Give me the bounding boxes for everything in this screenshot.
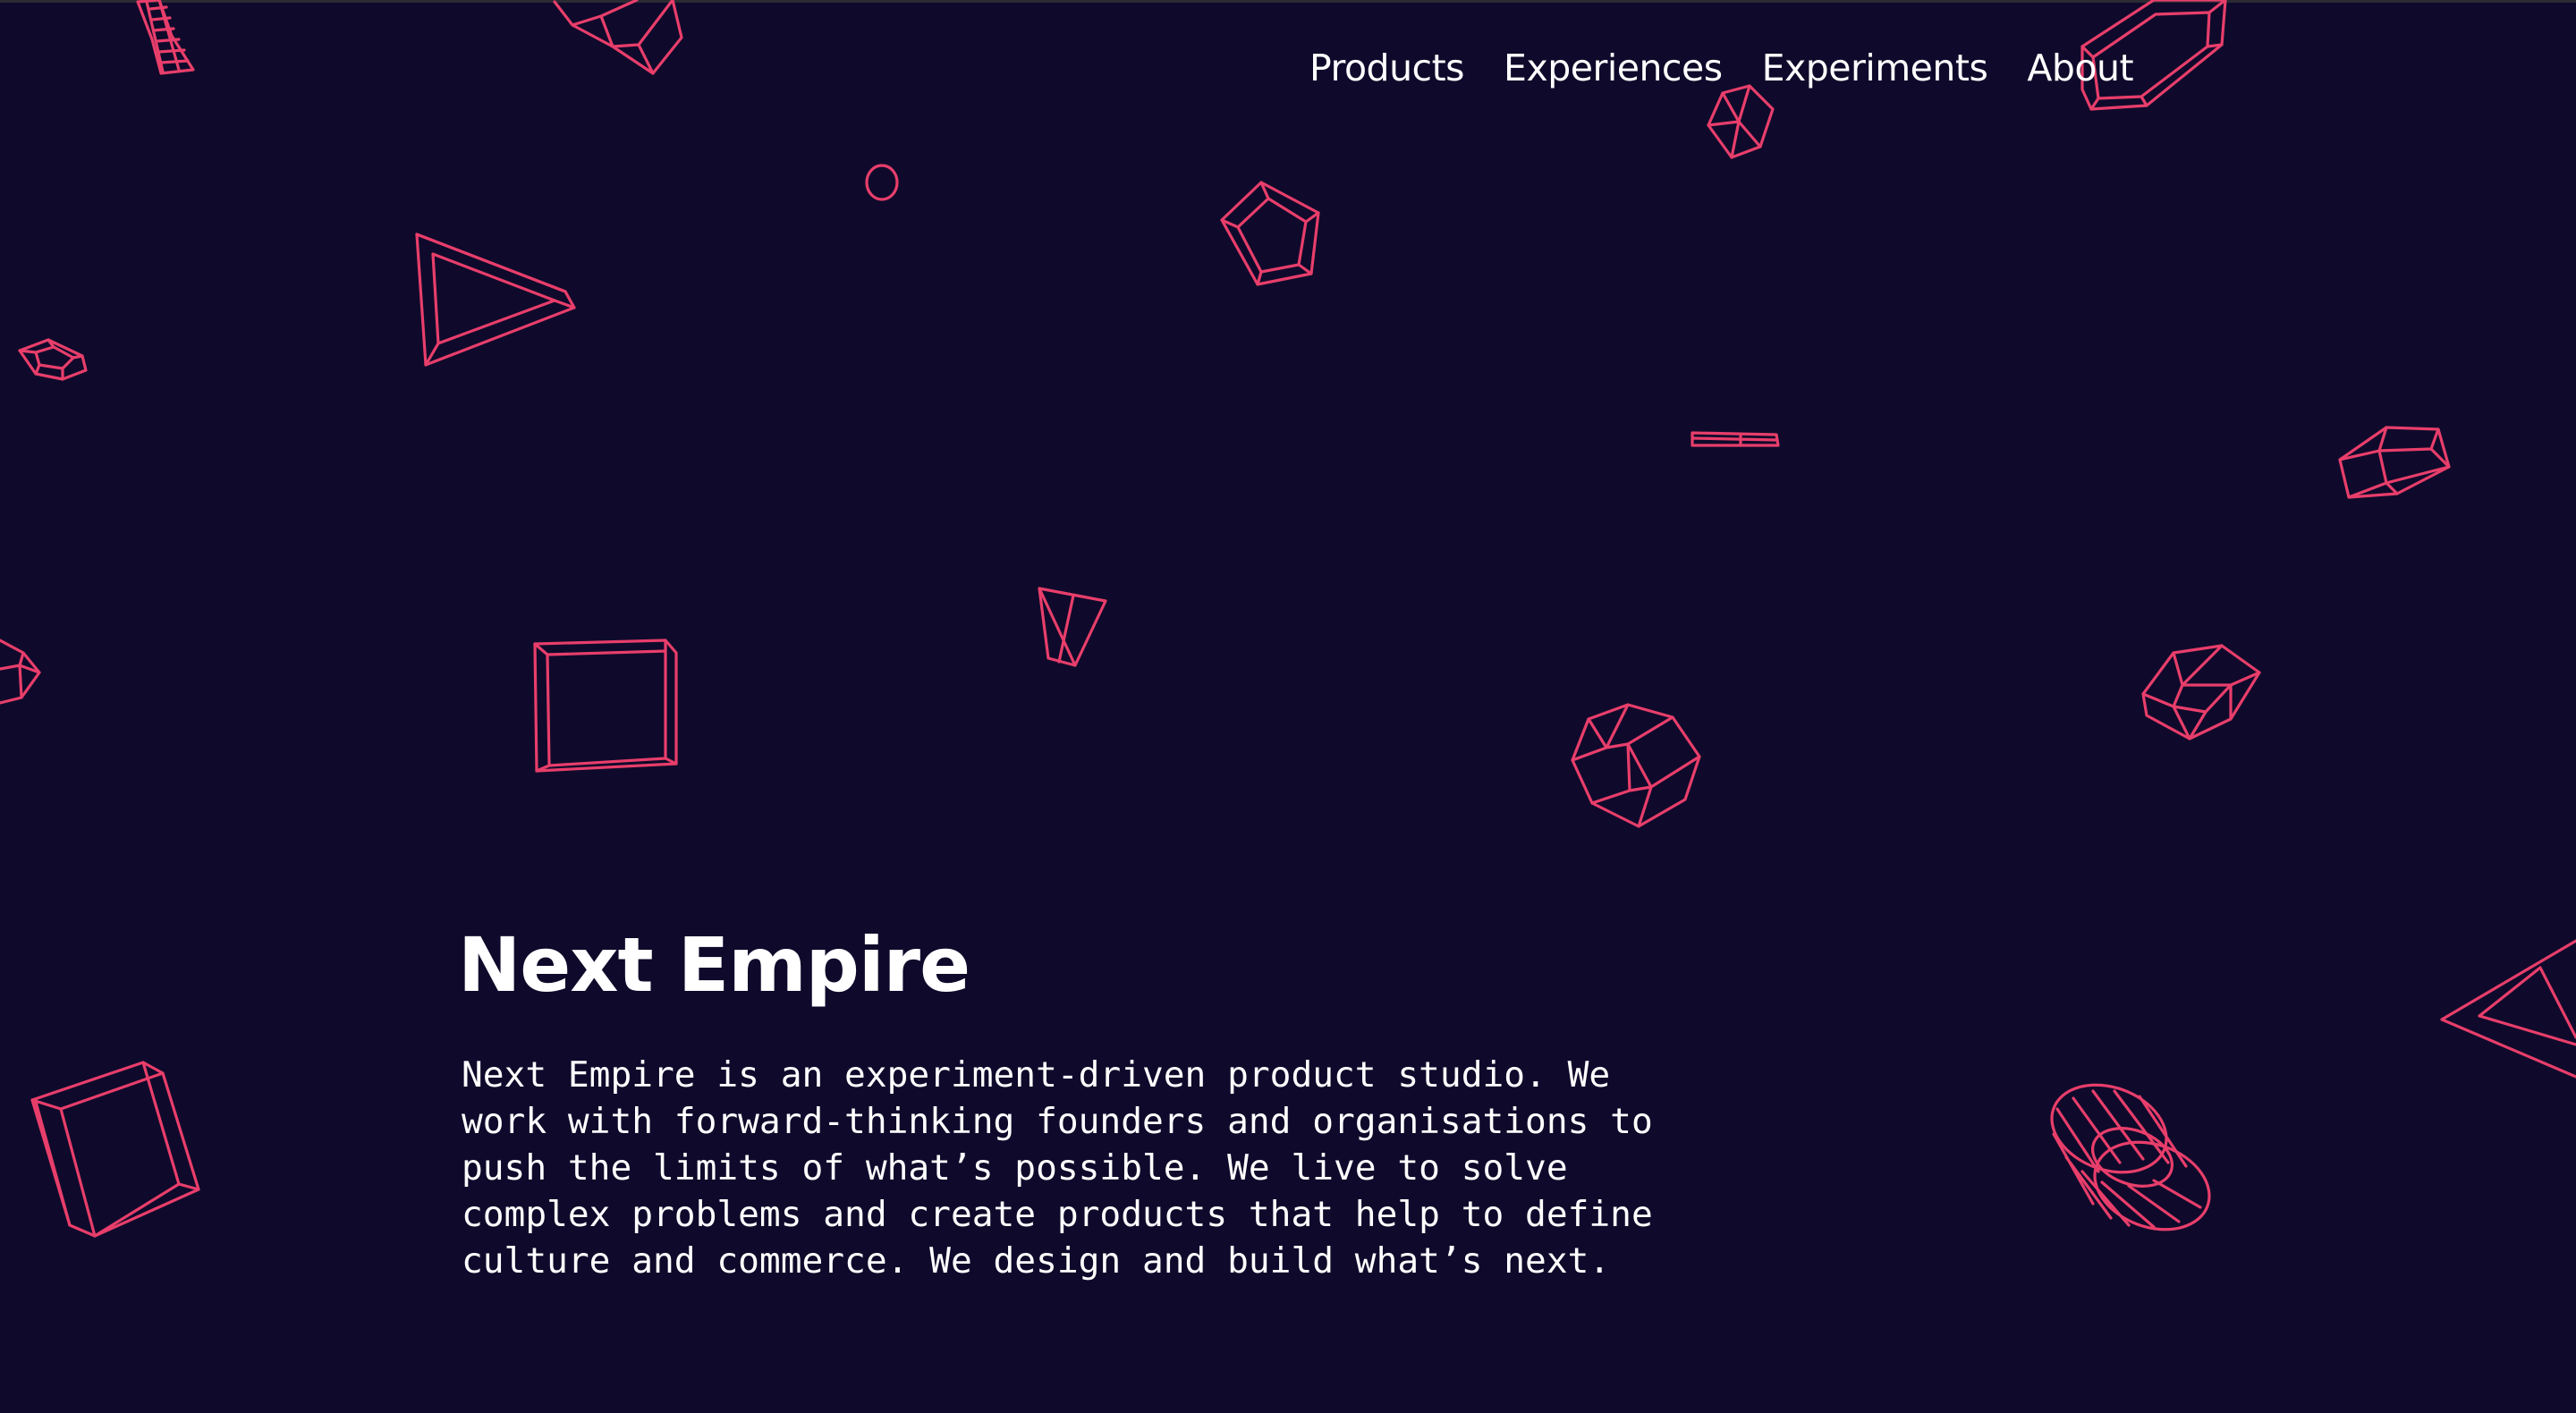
hex-prism-shape-mid xyxy=(2141,644,2261,740)
rect-prism-shape xyxy=(30,1061,200,1238)
hex-prism-shape-small xyxy=(1707,84,1775,159)
nav-item-experiences[interactable]: Experiences xyxy=(1504,47,1723,89)
hex-prism-shape-right xyxy=(2338,426,2451,499)
cylinder-ring-shape xyxy=(2050,1083,2211,1231)
main-nav: Products Experiences Experiments About xyxy=(1309,47,2134,89)
wedge-shape xyxy=(1038,587,1107,667)
gem-shape-edge xyxy=(0,639,41,705)
square-frame-shape xyxy=(533,639,678,773)
nav-item-about[interactable]: About xyxy=(2027,47,2133,89)
nav-item-products[interactable]: Products xyxy=(1309,47,1465,89)
ladder-shape xyxy=(136,0,195,75)
ring-shape xyxy=(865,164,899,201)
gem-shape-left xyxy=(18,338,88,381)
pentagon-prism-shape xyxy=(1220,181,1320,286)
page: Products Experiences Experiments About N… xyxy=(0,0,2576,1413)
nav-item-experiments[interactable]: Experiments xyxy=(1762,47,1988,89)
cube-shape-top xyxy=(553,0,683,75)
flat-bar-shape xyxy=(1690,431,1780,447)
octagon-prism-shape xyxy=(1571,703,1701,828)
hero-description: Next Empire is an experiment-driven prod… xyxy=(462,1054,1653,1282)
hero-title: Next Empire xyxy=(458,921,970,1009)
triangle-shape-right xyxy=(2440,939,2576,1079)
triangle-prism-shape xyxy=(415,233,576,367)
